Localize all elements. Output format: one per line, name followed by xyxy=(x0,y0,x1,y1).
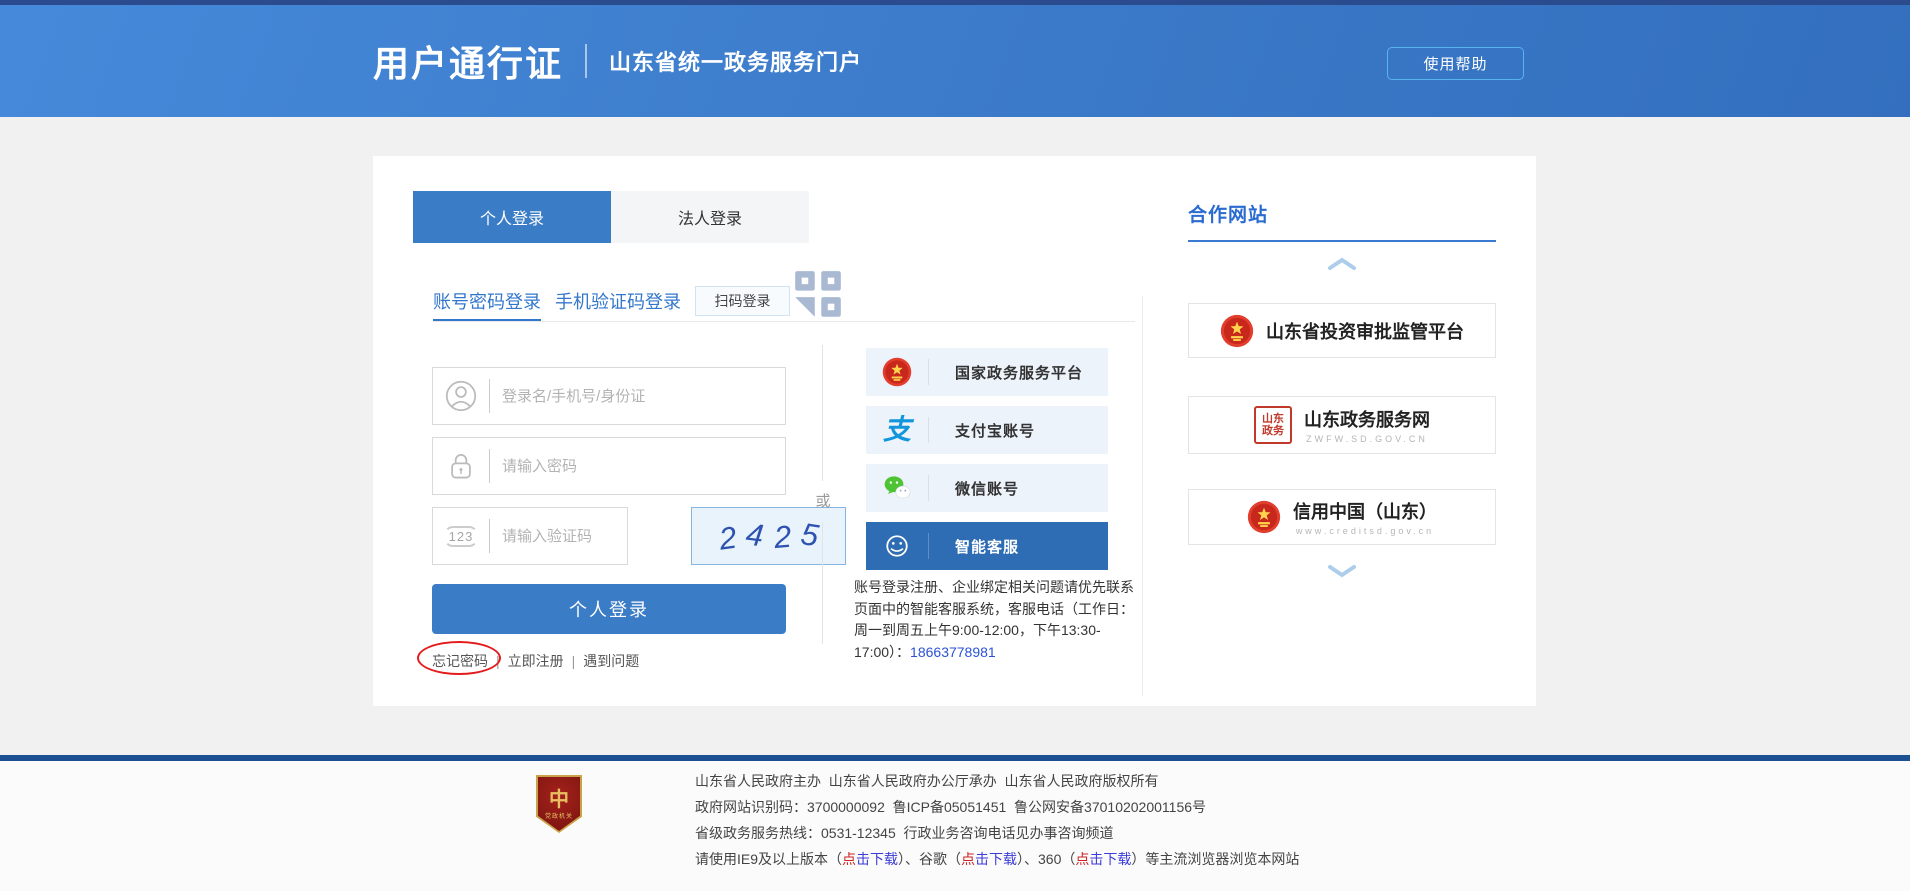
alt-login-alipay[interactable]: 支 支付宝账号 xyxy=(866,406,1108,454)
partners-title-underline xyxy=(1188,240,1496,242)
wechat-icon xyxy=(866,473,928,503)
method-password-login[interactable]: 账号密码登录 xyxy=(433,288,541,314)
or-text: 或 xyxy=(809,490,837,511)
alt-divider xyxy=(928,417,929,443)
alt-login-national-platform[interactable]: 国家政务服务平台 xyxy=(866,348,1108,396)
alt-divider xyxy=(928,359,929,385)
partners-section: 合作网站 山东省投资审批监管平台 xyxy=(1188,156,1496,706)
national-emblem-icon xyxy=(866,357,928,387)
badge-label: 党政机关 xyxy=(545,811,573,820)
tab-personal-login[interactable]: 个人登录 xyxy=(413,191,611,243)
login-panel: 个人登录 法人登录 账号密码登录 手机验证码登录 扫码登录 xyxy=(373,156,1536,706)
footer-line-1: 山东省人民政府主办 山东省人民政府办公厅承办 山东省人民政府版权所有 xyxy=(695,768,1299,794)
numbers-123-icon: 123 xyxy=(433,526,489,547)
method-qr-login[interactable]: 扫码登录 xyxy=(695,286,790,316)
alipay-icon: 支 xyxy=(866,416,928,444)
partners-title: 合作网站 xyxy=(1188,200,1268,227)
partners-divider xyxy=(1142,296,1143,696)
alt-login-wechat[interactable]: 微信账号 xyxy=(866,464,1108,512)
chevron-up-icon[interactable] xyxy=(1327,256,1357,271)
brand: 用户通行证 山东省统一政务服务门户 xyxy=(373,5,862,117)
login-methods: 账号密码登录 手机验证码登录 扫码登录 xyxy=(433,286,790,316)
chevron-down-icon[interactable] xyxy=(1327,564,1357,579)
helper-links: 忘记密码 | 立即注册 | 遇到问题 xyxy=(432,651,639,671)
download-link-chrome[interactable]: 点击下载 xyxy=(961,851,1017,867)
browser-note-segment: 请使用IE9及以上版本（ xyxy=(695,851,842,867)
alt-divider xyxy=(928,533,929,559)
method-sms-login[interactable]: 手机验证码登录 xyxy=(555,288,681,314)
login-tabs: 个人登录 法人登录 xyxy=(413,191,809,243)
download-link-360[interactable]: 点击下载 xyxy=(1075,851,1131,867)
download-link-ie[interactable]: 点击下载 xyxy=(842,851,898,867)
smart-service-robot-icon xyxy=(866,531,928,561)
site-subtitle: 山东省统一政务服务门户 xyxy=(609,45,862,77)
username-field xyxy=(432,367,786,425)
footer-line-3: 省级政务服务热线：0531-12345 行政业务咨询电话见办事咨询频道 xyxy=(695,820,1299,846)
browser-note-segment: ）等主流浏览器浏览本网站 xyxy=(1131,851,1299,867)
footer-text: 山东省人民政府主办 山东省人民政府办公厅承办 山东省人民政府版权所有 政府网站识… xyxy=(695,768,1299,872)
help-button[interactable]: 使用帮助 xyxy=(1387,47,1524,80)
forgot-password-link[interactable]: 忘记密码 xyxy=(432,651,488,671)
link-separator: | xyxy=(572,653,576,669)
partner-name: 山东政务服务网 xyxy=(1304,406,1430,432)
user-icon xyxy=(433,380,489,412)
national-emblem-icon xyxy=(1220,314,1254,348)
alt-login-label: 智能客服 xyxy=(955,536,1019,557)
footer: 中 党政机关 山东省人民政府主办 山东省人民政府办公厅承办 山东省人民政府版权所… xyxy=(0,761,1910,891)
alt-login-label: 支付宝账号 xyxy=(955,420,1035,441)
tab-legal-login[interactable]: 法人登录 xyxy=(611,191,809,243)
qr-code-icon[interactable] xyxy=(793,268,843,322)
partner-name: 信用中国（山东） xyxy=(1293,498,1437,524)
methods-divider xyxy=(433,321,1135,322)
partner-credit-china[interactable]: 信用中国（山东） www.creditsd.gov.cn xyxy=(1188,489,1496,545)
captcha-input[interactable] xyxy=(490,508,627,564)
or-divider-top xyxy=(822,345,823,481)
personal-login-button[interactable]: 个人登录 xyxy=(432,584,786,634)
username-input[interactable] xyxy=(490,368,785,424)
shandong-seal-icon: 山东政务 xyxy=(1254,406,1292,444)
register-link[interactable]: 立即注册 xyxy=(508,651,564,671)
alt-login-label: 国家政务服务平台 xyxy=(955,362,1083,383)
captcha-code: 2425 xyxy=(709,518,828,554)
lock-icon xyxy=(433,450,489,482)
service-phone-link[interactable]: 18663778981 xyxy=(910,644,996,660)
alt-login-label: 微信账号 xyxy=(955,478,1019,499)
national-emblem-icon xyxy=(1247,500,1281,534)
password-field xyxy=(432,437,786,495)
partner-investment-platform[interactable]: 山东省投资审批监管平台 xyxy=(1188,303,1496,358)
link-separator: | xyxy=(496,653,500,669)
government-badge-icon: 中 党政机关 xyxy=(536,775,582,833)
problem-link[interactable]: 遇到问题 xyxy=(583,651,639,671)
service-note: 账号登录注册、企业绑定相关问题请优先联系页面中的智能客服系统，客服电话（工作日：… xyxy=(854,577,1146,663)
site-title: 用户通行证 xyxy=(373,35,563,87)
header: 用户通行证 山东省统一政务服务门户 使用帮助 xyxy=(0,5,1910,117)
title-divider xyxy=(585,44,587,78)
or-divider-bottom xyxy=(822,522,823,644)
browser-note-segment: ）、谷歌（ xyxy=(898,851,961,867)
captcha-field: 123 xyxy=(432,507,628,565)
partner-name: 山东省投资审批监管平台 xyxy=(1266,318,1464,344)
partner-url: ZWFW.SD.GOV.CN xyxy=(1304,434,1430,444)
partner-shandong-service-site[interactable]: 山东政务 山东政务服务网 ZWFW.SD.GOV.CN xyxy=(1188,396,1496,454)
password-input[interactable] xyxy=(490,438,785,494)
alt-login-smart-service[interactable]: 智能客服 xyxy=(866,522,1108,570)
alt-divider xyxy=(928,475,929,501)
browser-note-segment: ）、360（ xyxy=(1017,851,1075,867)
partner-url: www.creditsd.gov.cn xyxy=(1293,526,1437,536)
footer-line-4: 请使用IE9及以上版本（点击下载）、谷歌（点击下载）、360（点击下载）等主流浏… xyxy=(695,846,1299,872)
footer-line-2: 政府网站识别码：3700000092 鲁ICP备05051451 鲁公网安备37… xyxy=(695,794,1299,820)
